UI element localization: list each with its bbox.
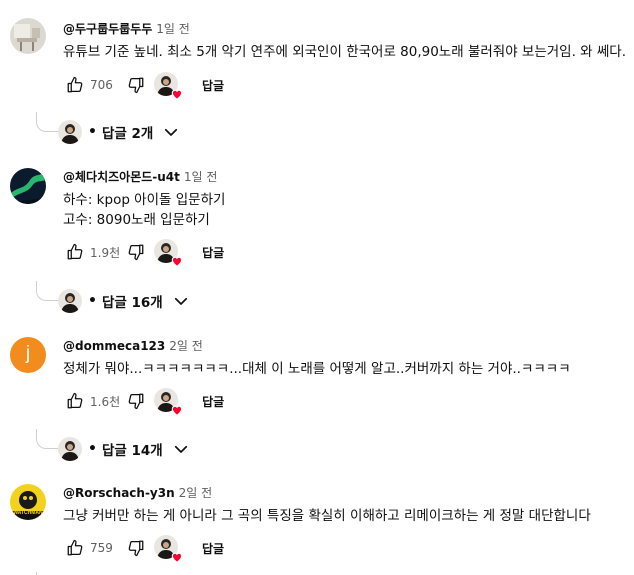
creator-avatar <box>58 120 82 144</box>
comment-line: 고수: 8090노래 입문하기 <box>63 212 210 228</box>
avatar[interactable]: j <box>10 337 46 373</box>
comment-line: 하수: kpop 아이돌 입문하기 <box>63 192 226 208</box>
avatar-text: WATCHMAN <box>13 510 43 516</box>
replies-count-label: 답글 2개 <box>101 126 154 142</box>
creator-heart[interactable] <box>154 535 183 563</box>
replies-count-label: 답글 16개 <box>101 295 163 311</box>
dislike-icon <box>128 244 144 261</box>
dislike-button[interactable] <box>124 73 148 97</box>
like-button[interactable] <box>63 389 87 413</box>
dislike-button[interactable] <box>124 536 148 560</box>
avatar[interactable] <box>10 168 46 204</box>
creator-heart[interactable] <box>154 388 183 416</box>
creator-heart-icon <box>171 552 183 563</box>
comment-line: 유튜브 기준 높네. 최소 5개 악기 연주에 외국인이 한국어로 80,90노… <box>63 44 627 60</box>
replies-count-label: 답글 14개 <box>101 443 163 459</box>
creator-heart-icon <box>171 89 183 100</box>
view-replies-button[interactable]: • 답글 2개 <box>58 117 180 147</box>
comment-author[interactable]: @dommeca123 <box>63 339 165 353</box>
reply-button[interactable]: 답글 <box>202 393 224 410</box>
comment-text: 유튜브 기준 높네. 최소 5개 악기 연주에 외국인이 한국어로 80,90노… <box>63 42 628 62</box>
chevron-down-icon <box>165 128 178 136</box>
comment-actions: 759 답글 <box>63 532 224 564</box>
comment-line: 그냥 커버만 하는 게 아니라 그 곡의 특징을 확실히 이해하고 리메이크하는… <box>63 508 591 524</box>
creator-heart-icon <box>171 256 183 267</box>
chevron-down-icon <box>174 297 187 305</box>
creator-heart-icon <box>171 405 183 416</box>
separator-dot: • <box>88 124 97 140</box>
creator-avatar <box>58 289 82 313</box>
separator-dot: • <box>88 293 97 309</box>
like-count: 706 <box>90 78 113 92</box>
comment-time[interactable]: 2일 전 <box>169 339 203 353</box>
like-button[interactable] <box>63 73 87 97</box>
dislike-icon <box>128 393 144 410</box>
like-button[interactable] <box>63 240 87 264</box>
separator-dot: • <box>88 441 97 457</box>
like-count: 1.9천 <box>90 245 121 260</box>
dislike-icon <box>128 77 144 94</box>
comment-time[interactable]: 1일 전 <box>156 22 190 36</box>
chevron-down-icon <box>174 445 187 453</box>
reply-button[interactable]: 답글 <box>202 77 224 94</box>
like-icon <box>67 392 83 409</box>
comment-author[interactable]: @Rorschach-y3n <box>63 486 175 500</box>
creator-heart[interactable] <box>154 72 183 100</box>
comment-text: 그냥 커버만 하는 게 아니라 그 곡의 특징을 확실히 이해하고 리메이크하는… <box>63 506 628 526</box>
like-icon <box>67 243 83 260</box>
comment-actions: 1.6천 답글 <box>63 385 224 417</box>
creator-avatar <box>58 437 82 461</box>
comment-author[interactable]: @체다치즈아몬드-u4t <box>63 170 180 184</box>
reply-button[interactable]: 답글 <box>202 244 224 261</box>
comment-text: 하수: kpop 아이돌 입문하기 고수: 8090노래 입문하기 <box>63 190 628 230</box>
thread-connector <box>36 112 58 132</box>
creator-heart[interactable] <box>154 239 183 267</box>
comment-line: 정체가 뭐야...ㅋㅋㅋㅋㅋㅋㅋ...대체 이 노래를 어떻게 알고..커버까지… <box>63 361 571 377</box>
view-replies-button[interactable]: • 답글 16개 <box>58 286 190 316</box>
view-replies-button[interactable]: • 답글 14개 <box>58 434 190 464</box>
like-button[interactable] <box>63 536 87 560</box>
comment-author[interactable]: @두구룹두룹두두 <box>63 22 152 36</box>
avatar[interactable]: WATCHMAN <box>10 484 46 520</box>
dislike-button[interactable] <box>124 240 148 264</box>
thread-connector <box>36 429 58 449</box>
like-icon <box>67 76 83 93</box>
comment-time[interactable]: 1일 전 <box>184 170 218 184</box>
dislike-button[interactable] <box>124 389 148 413</box>
like-count: 759 <box>90 541 113 555</box>
comment-actions: 706 답글 <box>63 69 224 101</box>
comment-time[interactable]: 2일 전 <box>179 486 213 500</box>
avatar[interactable] <box>10 18 46 54</box>
like-count: 1.6천 <box>90 394 121 409</box>
comment-actions: 1.9천 답글 <box>63 236 224 268</box>
dislike-icon <box>128 540 144 557</box>
thread-connector <box>36 281 58 301</box>
avatar-letter: j <box>25 343 31 364</box>
like-icon <box>67 539 83 556</box>
reply-button[interactable]: 답글 <box>202 540 224 557</box>
comment-text: 정체가 뭐야...ㅋㅋㅋㅋㅋㅋㅋ...대체 이 노래를 어떻게 알고..커버까지… <box>63 359 628 379</box>
